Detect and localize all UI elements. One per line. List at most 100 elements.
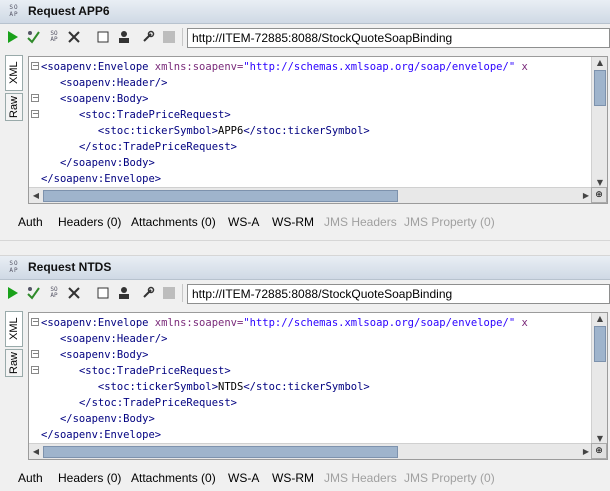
create-soap-mock-icon[interactable]: SO AP [47,30,61,44]
checkbox-icon[interactable] [96,286,110,300]
endpoint-url-field[interactable]: http://ITEM-72885:8088/StockQuoteSoapBin… [187,28,610,48]
xml-line[interactable]: <stoc:TradePriceRequest> [41,107,231,123]
fold-toggle-icon[interactable]: − [31,110,39,118]
xml-token-txt: NTDS [218,381,244,393]
user-icon[interactable] [117,286,131,300]
tab-ws-rm[interactable]: WS-RM [272,471,314,485]
xml-line[interactable]: <soapenv:Envelope xmlns:soapenv="http://… [41,315,528,331]
fold-gutter: − − − [29,57,41,189]
tab-auth[interactable]: Auth [18,215,43,229]
tab-jms-property: JMS Property (0) [404,471,495,485]
scroll-left-icon[interactable]: ◀ [30,446,42,458]
tab-ws-a[interactable]: WS-A [228,215,259,229]
xml-token-tag: <stoc:TradePriceRequest> [78,109,231,121]
xml-line[interactable]: <stoc:tickerSymbol>APP6</stoc:tickerSymb… [41,123,370,139]
tab-headers[interactable]: Headers (0) [58,215,121,229]
xml-line[interactable]: <soapenv:Body> [41,91,149,107]
horizontal-scrollbar[interactable]: ◀ ▶ [29,187,593,203]
xml-token-attr: x [515,61,528,73]
create-soap-mock-icon[interactable]: SO AP [47,286,61,300]
xml-line[interactable]: <soapenv:Header/> [41,331,167,347]
xml-line[interactable]: </stoc:TradePriceRequest> [41,395,237,411]
scroll-up-icon[interactable]: ▲ [594,313,606,325]
xml-code[interactable]: <soapenv:Envelope xmlns:soapenv="http://… [41,59,581,189]
scroll-up-icon[interactable]: ▲ [594,57,606,69]
tab-attachments[interactable]: Attachments (0) [131,471,216,485]
horizontal-scrollbar[interactable]: ◀ ▶ [29,443,593,459]
fold-toggle-icon[interactable]: − [31,318,39,326]
tab-jms-property: JMS Property (0) [404,215,495,229]
request-title: Request APP6 [28,4,110,18]
title-bar[interactable]: SO AP Request NTDS [0,256,610,280]
title-bar[interactable]: SO AP Request APP6 [0,0,610,24]
fold-toggle-icon[interactable]: − [31,62,39,70]
tab-ws-rm[interactable]: WS-RM [272,215,314,229]
scroll-thumb[interactable] [594,70,606,106]
tab-xml[interactable]: XML [5,311,23,347]
fold-gutter: − − − [29,313,41,445]
xml-line[interactable]: <stoc:tickerSymbol>NTDS</stoc:tickerSymb… [41,379,370,395]
cancel-request-icon[interactable] [67,30,81,44]
xml-line[interactable]: </stoc:TradePriceRequest> [41,139,237,155]
xml-token-val: "http://schemas.xmlsoap.org/soap/envelop… [243,61,516,73]
settings-icon[interactable] [141,286,155,300]
xml-token-tag: <soapenv:Envelope [41,317,155,329]
soap-icon: SO AP [9,260,19,274]
xml-line[interactable]: <soapenv:Body> [41,347,149,363]
zoom-icon[interactable]: ⊕ [591,443,607,459]
tab-raw[interactable]: Raw [5,93,23,121]
tab-raw[interactable]: Raw [5,349,23,377]
xml-token-tag: </soapenv:Body> [59,157,155,169]
xml-token-tag: <soapenv:Header/> [59,333,168,345]
request-toolbar: SO AP http://ITEM-72885:8088/StockQuoteSo… [0,280,610,308]
fold-toggle-icon[interactable]: − [31,366,39,374]
xml-code[interactable]: <soapenv:Envelope xmlns:soapenv="http://… [41,315,581,445]
xml-line[interactable]: <stoc:TradePriceRequest> [41,363,231,379]
xml-token-tag: </soapenv:Body> [59,413,155,425]
cancel-request-icon[interactable] [67,286,81,300]
scroll-thumb[interactable] [43,190,398,202]
tab-auth[interactable]: Auth [18,471,43,485]
request-panel-ntds: SO AP Request NTDS SO AP http://ITEM-7288… [0,256,610,491]
xml-editor[interactable]: − − − <soapenv:Envelope xmlns:soapenv="h… [28,312,608,460]
settings-icon[interactable] [141,30,155,44]
tab-jms-headers: JMS Headers [324,215,397,229]
submit-request-icon[interactable] [6,30,20,44]
scroll-thumb[interactable] [43,446,398,458]
assertions-icon[interactable] [26,30,40,44]
fold-toggle-icon[interactable]: − [31,350,39,358]
checkbox-icon[interactable] [96,30,110,44]
xml-line[interactable]: </soapenv:Body> [41,155,155,171]
xml-token-attr: xmlns:soapenv= [154,317,244,329]
xml-token-tag: <stoc:TradePriceRequest> [78,365,231,377]
xml-token-tag: <soapenv:Envelope [41,61,155,73]
tab-headers[interactable]: Headers (0) [58,471,121,485]
assertions-icon[interactable] [26,286,40,300]
xml-token-attr: x [515,317,528,329]
xml-line[interactable]: </soapenv:Envelope> [41,427,161,443]
xml-line[interactable]: <soapenv:Envelope xmlns:soapenv="http://… [41,59,528,75]
xml-token-tag: <soapenv:Body> [59,93,149,105]
xml-token-tag: </stoc:TradePriceRequest> [78,141,237,153]
xml-line[interactable]: </soapenv:Envelope> [41,171,161,187]
zoom-icon[interactable]: ⊕ [591,187,607,203]
fold-toggle-icon[interactable]: − [31,94,39,102]
panel-splitter[interactable] [0,240,610,256]
xml-token-tag: <soapenv:Body> [59,349,149,361]
vertical-scrollbar[interactable]: ▲ ▼ [591,57,607,189]
endpoint-url-field[interactable]: http://ITEM-72885:8088/StockQuoteSoapBin… [187,284,610,304]
xml-line[interactable]: <soapenv:Header/> [41,75,167,91]
scroll-thumb[interactable] [594,326,606,362]
xml-line[interactable]: </soapenv:Body> [41,411,155,427]
tab-xml[interactable]: XML [5,55,23,91]
toolbar-divider [182,284,183,302]
xml-token-tag: </soapenv:Envelope> [41,429,162,441]
scroll-left-icon[interactable]: ◀ [30,190,42,202]
tab-ws-a[interactable]: WS-A [228,471,259,485]
tab-attachments[interactable]: Attachments (0) [131,215,216,229]
vertical-scrollbar[interactable]: ▲ ▼ [591,313,607,445]
xml-editor[interactable]: − − − <soapenv:Envelope xmlns:soapenv="h… [28,56,608,204]
user-icon[interactable] [117,30,131,44]
request-panel-app6: SO AP Request APP6 SO AP http://ITEM-7288… [0,0,610,240]
submit-request-icon[interactable] [6,286,20,300]
